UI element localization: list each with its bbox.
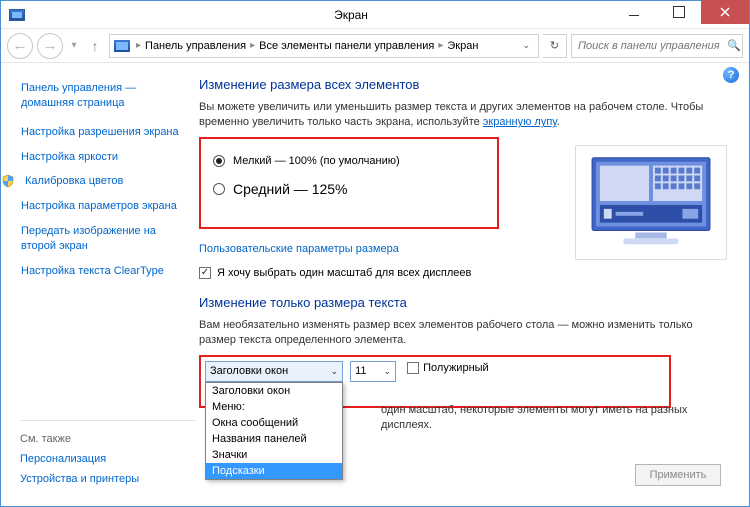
checkbox-icon: ✓	[199, 267, 211, 279]
sidebar-link-project[interactable]: Передать изображение на второй экран	[21, 224, 191, 254]
radio-medium[interactable]: Средний — 125%	[213, 181, 485, 197]
breadcrumb-item[interactable]: Панель управления	[145, 40, 246, 52]
main-pane: ? Изменение размера всех элементов Вы мо…	[199, 63, 749, 506]
sidebar-link-cleartype[interactable]: Настройка текста ClearType	[21, 264, 191, 279]
radio-medium-label: Средний — 125%	[233, 181, 348, 197]
chevron-down-icon: ⌄	[330, 366, 338, 377]
dropdown-option[interactable]: Меню:	[206, 399, 342, 415]
description-1: Вы можете увеличить или уменьшить размер…	[199, 100, 731, 131]
divider	[20, 420, 196, 421]
sidebar-link-resolution[interactable]: Настройка разрешения экрана	[21, 125, 191, 140]
close-button[interactable]	[701, 0, 749, 24]
shield-icon	[1, 174, 17, 188]
magnifier-link[interactable]: экранную лупу	[483, 116, 557, 128]
dropdown-option[interactable]: Окна сообщений	[206, 415, 342, 431]
one-scale-label: Я хочу выбрать один масштаб для всех дис…	[217, 267, 471, 279]
radio-small[interactable]: Мелкий — 100% (по умолчанию)	[213, 155, 485, 167]
control-panel-icon	[114, 40, 130, 52]
search-icon: 🔍	[727, 39, 741, 52]
window: Экран ← → ▾ ↑ ▸ Панель управления ▸ Все …	[0, 0, 750, 507]
breadcrumb-item[interactable]: Все элементы панели управления	[259, 40, 434, 52]
window-controls	[611, 1, 749, 28]
one-scale-checkbox-row[interactable]: ✓ Я хочу выбрать один масштаб для всех д…	[199, 267, 731, 279]
size-combo[interactable]: 11 ⌄	[350, 361, 396, 382]
forward-button[interactable]: →	[37, 33, 63, 59]
refresh-button[interactable]: ↻	[543, 34, 567, 58]
dropdown-option[interactable]: Значки	[206, 447, 342, 463]
element-combo-dropdown: Заголовки окон Меню: Окна сообщений Назв…	[205, 382, 343, 480]
titlebar: Экран	[1, 1, 749, 29]
monitor-illustration	[575, 145, 727, 260]
history-dropdown[interactable]: ▾	[67, 40, 81, 51]
help-icon[interactable]: ?	[723, 67, 739, 83]
dropdown-option-selected[interactable]: Подсказки	[206, 463, 342, 479]
breadcrumb-item[interactable]: Экран	[447, 40, 478, 52]
search-input[interactable]	[576, 39, 723, 53]
apply-button[interactable]: Применить	[635, 464, 721, 486]
radio-icon	[213, 155, 225, 167]
devices-printers-link[interactable]: Устройства и принтеры	[20, 473, 200, 485]
sidebar-link-brightness[interactable]: Настройка яркости	[21, 150, 191, 165]
element-combo[interactable]: Заголовки окон ⌄	[205, 361, 343, 382]
element-combo-value: Заголовки окон	[210, 365, 288, 377]
control-panel-home-link[interactable]: Панель управления — домашняя страница	[21, 81, 191, 111]
size-combo-value: 11	[355, 365, 366, 377]
scaling-options-highlight: Мелкий — 100% (по умолчанию) Средний — 1…	[199, 137, 499, 229]
obscured-note-text: один масштаб, некоторые элементы могут и…	[381, 403, 701, 434]
breadcrumb-dropdown[interactable]: ⌄	[522, 40, 530, 51]
app-icon	[9, 9, 25, 21]
radio-small-label: Мелкий — 100% (по умолчанию)	[233, 155, 400, 167]
text-size-controls-highlight: Заголовки окон ⌄ 11 ⌄ Полужирный Заголов…	[199, 355, 671, 408]
search-box[interactable]: 🔍	[571, 34, 743, 58]
chevron-right-icon: ▸	[248, 40, 257, 51]
breadcrumb[interactable]: ▸ Панель управления ▸ Все элементы панел…	[109, 34, 539, 58]
maximize-button[interactable]	[656, 1, 701, 23]
sidebar-link-color-calibration[interactable]: Калибровка цветов	[21, 174, 191, 189]
bold-checkbox[interactable]	[407, 362, 419, 374]
back-button[interactable]: ←	[7, 33, 33, 59]
chevron-down-icon: ⌄	[384, 366, 392, 377]
dropdown-option[interactable]: Заголовки окон	[206, 383, 342, 399]
radio-icon	[213, 183, 225, 195]
heading-text-only: Изменение только размера текста	[199, 295, 731, 310]
chevron-right-icon: ▸	[134, 40, 143, 51]
see-also-label: См. также	[20, 433, 200, 445]
description-2: Вам необязательно изменять размер всех э…	[199, 318, 731, 349]
up-button[interactable]: ↑	[85, 36, 105, 56]
navbar: ← → ▾ ↑ ▸ Панель управления ▸ Все элемен…	[1, 29, 749, 63]
dropdown-option[interactable]: Названия панелей	[206, 431, 342, 447]
window-title: Экран	[91, 8, 611, 22]
heading-resize-all: Изменение размера всех элементов	[199, 77, 731, 92]
body: Панель управления — домашняя страница На…	[1, 63, 749, 506]
personalization-link[interactable]: Персонализация	[20, 453, 200, 465]
sidebar-link-display-settings[interactable]: Настройка параметров экрана	[21, 199, 191, 214]
chevron-right-icon: ▸	[436, 40, 445, 51]
bold-label: Полужирный	[423, 362, 489, 374]
sidebar: Панель управления — домашняя страница На…	[1, 63, 199, 506]
minimize-button[interactable]	[611, 1, 656, 23]
